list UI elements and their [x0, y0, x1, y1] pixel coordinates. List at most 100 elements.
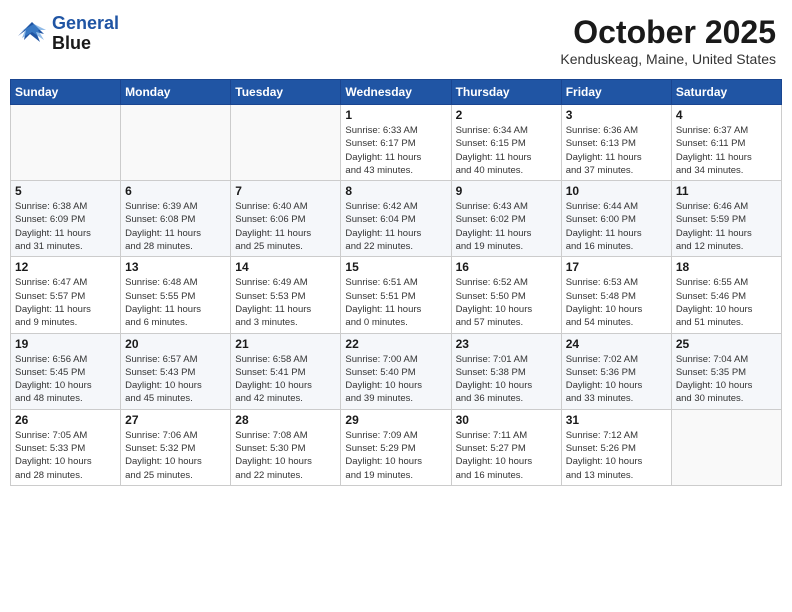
weekday-header-monday: Monday	[121, 80, 231, 105]
day-number: 24	[566, 337, 667, 351]
day-info: Sunrise: 7:02 AM Sunset: 5:36 PM Dayligh…	[566, 353, 667, 406]
day-info: Sunrise: 6:58 AM Sunset: 5:41 PM Dayligh…	[235, 353, 336, 406]
calendar-cell: 20 Sunrise: 6:57 AM Sunset: 5:43 PM Dayli…	[121, 333, 231, 409]
day-number: 16	[456, 260, 557, 274]
calendar-cell: 12Sunrise: 6:47 AM Sunset: 5:57 PM Dayli…	[11, 257, 121, 333]
day-number: 13	[125, 260, 226, 274]
day-number: 6	[125, 184, 226, 198]
day-number: 3	[566, 108, 667, 122]
logo: General Blue	[16, 14, 119, 54]
day-number: 31	[566, 413, 667, 427]
calendar-cell: 2 Sunrise: 6:34 AM Sunset: 6:15 PM Daylig…	[451, 105, 561, 181]
day-number: 25	[676, 337, 777, 351]
day-number: 9	[456, 184, 557, 198]
week-row-2: 5Sunrise: 6:38 AM Sunset: 6:09 PM Daylig…	[11, 181, 782, 257]
day-info: Sunrise: 6:57 AM Sunset: 5:43 PM Dayligh…	[125, 353, 226, 406]
weekday-header-saturday: Saturday	[671, 80, 781, 105]
calendar-cell: 31 Sunrise: 7:12 AM Sunset: 5:26 PM Dayli…	[561, 409, 671, 485]
calendar-cell: 5Sunrise: 6:38 AM Sunset: 6:09 PM Daylig…	[11, 181, 121, 257]
calendar-cell: 17 Sunrise: 6:53 AM Sunset: 5:48 PM Dayli…	[561, 257, 671, 333]
day-info: Sunrise: 6:40 AM Sunset: 6:06 PM Dayligh…	[235, 200, 336, 253]
calendar-cell: 9 Sunrise: 6:43 AM Sunset: 6:02 PM Daylig…	[451, 181, 561, 257]
calendar-cell: 11Sunrise: 6:46 AM Sunset: 5:59 PM Dayli…	[671, 181, 781, 257]
day-number: 1	[345, 108, 446, 122]
calendar-cell: 26Sunrise: 7:05 AM Sunset: 5:33 PM Dayli…	[11, 409, 121, 485]
calendar-cell: 22 Sunrise: 7:00 AM Sunset: 5:40 PM Dayli…	[341, 333, 451, 409]
day-number: 30	[456, 413, 557, 427]
weekday-header-tuesday: Tuesday	[231, 80, 341, 105]
day-info: Sunrise: 6:34 AM Sunset: 6:15 PM Dayligh…	[456, 124, 557, 177]
calendar-cell: 4 Sunrise: 6:37 AM Sunset: 6:11 PM Daylig…	[671, 105, 781, 181]
day-info: Sunrise: 6:48 AM Sunset: 5:55 PM Dayligh…	[125, 276, 226, 329]
week-row-1: 1 Sunrise: 6:33 AM Sunset: 6:17 PM Daylig…	[11, 105, 782, 181]
day-info: Sunrise: 6:43 AM Sunset: 6:02 PM Dayligh…	[456, 200, 557, 253]
day-info: Sunrise: 6:38 AM Sunset: 6:09 PM Dayligh…	[15, 200, 116, 253]
day-number: 20	[125, 337, 226, 351]
day-number: 29	[345, 413, 446, 427]
weekday-header-thursday: Thursday	[451, 80, 561, 105]
calendar-cell: 15 Sunrise: 6:51 AM Sunset: 5:51 PM Dayli…	[341, 257, 451, 333]
calendar-cell: 18 Sunrise: 6:55 AM Sunset: 5:46 PM Dayli…	[671, 257, 781, 333]
calendar-cell: 16 Sunrise: 6:52 AM Sunset: 5:50 PM Dayli…	[451, 257, 561, 333]
calendar-cell: 7 Sunrise: 6:40 AM Sunset: 6:06 PM Daylig…	[231, 181, 341, 257]
day-info: Sunrise: 6:51 AM Sunset: 5:51 PM Dayligh…	[345, 276, 446, 329]
day-info: Sunrise: 6:37 AM Sunset: 6:11 PM Dayligh…	[676, 124, 777, 177]
day-number: 11	[676, 184, 777, 198]
calendar-cell: 28Sunrise: 7:08 AM Sunset: 5:30 PM Dayli…	[231, 409, 341, 485]
calendar-cell: 14Sunrise: 6:49 AM Sunset: 5:53 PM Dayli…	[231, 257, 341, 333]
week-row-5: 26Sunrise: 7:05 AM Sunset: 5:33 PM Dayli…	[11, 409, 782, 485]
day-info: Sunrise: 6:56 AM Sunset: 5:45 PM Dayligh…	[15, 353, 116, 406]
calendar-cell: 21 Sunrise: 6:58 AM Sunset: 5:41 PM Dayli…	[231, 333, 341, 409]
calendar-cell: 25 Sunrise: 7:04 AM Sunset: 5:35 PM Dayli…	[671, 333, 781, 409]
calendar-cell: 29 Sunrise: 7:09 AM Sunset: 5:29 PM Dayli…	[341, 409, 451, 485]
day-info: Sunrise: 6:47 AM Sunset: 5:57 PM Dayligh…	[15, 276, 116, 329]
header: General Blue October 2025 Kenduskeag, Ma…	[10, 10, 782, 71]
day-info: Sunrise: 7:04 AM Sunset: 5:35 PM Dayligh…	[676, 353, 777, 406]
day-info: Sunrise: 6:49 AM Sunset: 5:53 PM Dayligh…	[235, 276, 336, 329]
day-info: Sunrise: 6:55 AM Sunset: 5:46 PM Dayligh…	[676, 276, 777, 329]
calendar-cell: 24 Sunrise: 7:02 AM Sunset: 5:36 PM Dayli…	[561, 333, 671, 409]
calendar-cell	[121, 105, 231, 181]
day-info: Sunrise: 7:05 AM Sunset: 5:33 PM Dayligh…	[15, 429, 116, 482]
calendar-cell: 13 Sunrise: 6:48 AM Sunset: 5:55 PM Dayli…	[121, 257, 231, 333]
day-number: 15	[345, 260, 446, 274]
week-row-3: 12Sunrise: 6:47 AM Sunset: 5:57 PM Dayli…	[11, 257, 782, 333]
day-number: 19	[15, 337, 116, 351]
calendar-cell: 8Sunrise: 6:42 AM Sunset: 6:04 PM Daylig…	[341, 181, 451, 257]
calendar-cell: 19 Sunrise: 6:56 AM Sunset: 5:45 PM Dayli…	[11, 333, 121, 409]
weekday-header-wednesday: Wednesday	[341, 80, 451, 105]
calendar-cell: 23Sunrise: 7:01 AM Sunset: 5:38 PM Dayli…	[451, 333, 561, 409]
calendar-cell: 27Sunrise: 7:06 AM Sunset: 5:32 PM Dayli…	[121, 409, 231, 485]
day-number: 17	[566, 260, 667, 274]
location: Kenduskeag, Maine, United States	[560, 51, 776, 67]
title-block: October 2025 Kenduskeag, Maine, United S…	[560, 14, 776, 67]
logo-icon	[16, 20, 48, 48]
weekday-header-row: SundayMondayTuesdayWednesdayThursdayFrid…	[11, 80, 782, 105]
day-info: Sunrise: 6:53 AM Sunset: 5:48 PM Dayligh…	[566, 276, 667, 329]
day-number: 7	[235, 184, 336, 198]
day-number: 27	[125, 413, 226, 427]
month-title: October 2025	[560, 14, 776, 51]
day-info: Sunrise: 6:39 AM Sunset: 6:08 PM Dayligh…	[125, 200, 226, 253]
day-number: 2	[456, 108, 557, 122]
day-info: Sunrise: 7:00 AM Sunset: 5:40 PM Dayligh…	[345, 353, 446, 406]
day-number: 21	[235, 337, 336, 351]
day-info: Sunrise: 6:42 AM Sunset: 6:04 PM Dayligh…	[345, 200, 446, 253]
day-number: 4	[676, 108, 777, 122]
logo-blue: Blue	[52, 34, 119, 54]
weekday-header-friday: Friday	[561, 80, 671, 105]
week-row-4: 19 Sunrise: 6:56 AM Sunset: 5:45 PM Dayli…	[11, 333, 782, 409]
calendar-cell: 10 Sunrise: 6:44 AM Sunset: 6:00 PM Dayli…	[561, 181, 671, 257]
day-number: 18	[676, 260, 777, 274]
day-number: 10	[566, 184, 667, 198]
day-info: Sunrise: 6:44 AM Sunset: 6:00 PM Dayligh…	[566, 200, 667, 253]
day-info: Sunrise: 7:12 AM Sunset: 5:26 PM Dayligh…	[566, 429, 667, 482]
day-info: Sunrise: 6:33 AM Sunset: 6:17 PM Dayligh…	[345, 124, 446, 177]
day-info: Sunrise: 7:08 AM Sunset: 5:30 PM Dayligh…	[235, 429, 336, 482]
calendar-cell: 3Sunrise: 6:36 AM Sunset: 6:13 PM Daylig…	[561, 105, 671, 181]
calendar-cell: 1 Sunrise: 6:33 AM Sunset: 6:17 PM Daylig…	[341, 105, 451, 181]
calendar-cell	[11, 105, 121, 181]
day-info: Sunrise: 6:52 AM Sunset: 5:50 PM Dayligh…	[456, 276, 557, 329]
day-info: Sunrise: 7:09 AM Sunset: 5:29 PM Dayligh…	[345, 429, 446, 482]
day-number: 22	[345, 337, 446, 351]
